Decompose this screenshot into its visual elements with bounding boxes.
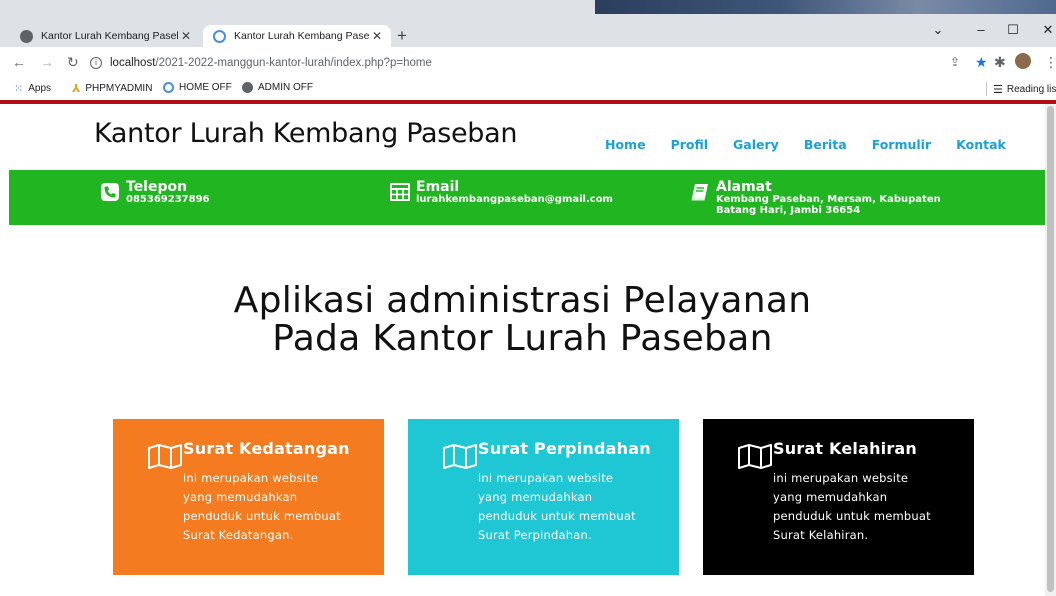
card-title: Surat Perpindahan [478, 439, 651, 458]
reading-list-label: Reading list [1006, 83, 1056, 95]
bookmark-label: HOME OFF [179, 82, 232, 93]
contact-address: Alamat Kembang Paseban, Mersam, Kabupate… [690, 180, 941, 216]
contact-phone: Telepon 085369237896 [100, 180, 210, 205]
nav-profil[interactable]: Profil [671, 137, 708, 152]
card-surat-perpindahan[interactable]: Surat Perpindahan ini merupakan website … [408, 419, 679, 575]
address-line2: Batang Hari, Jambi 36654 [716, 205, 861, 216]
loading-icon [213, 29, 226, 43]
apps-grid-icon: ⁙ [14, 83, 24, 95]
desktop-wallpaper-strip [595, 0, 1056, 14]
card-text-line: ini merupakan website [773, 471, 909, 485]
bookmark-admin-off[interactable]: ADMIN OFF [242, 82, 313, 93]
phone-value: 085369237896 [126, 194, 210, 205]
window-close-button[interactable]: ✕ [1033, 22, 1056, 38]
bookmarks-bar: ⁙ Apps ⅄ PHPMYADMIN HOME OFF ADMIN OFF ☰… [0, 78, 1056, 100]
address-label: Alamat [716, 179, 772, 195]
card-text-line: Surat Kelahiran. [773, 528, 869, 542]
hero-line: Aplikasi administrasi Pelayanan [233, 280, 812, 321]
card-text-line: Surat Perpindahan. [478, 528, 592, 542]
page-scrollbar[interactable] [1045, 104, 1056, 596]
nav-kontak[interactable]: Kontak [956, 137, 1006, 152]
book-icon [691, 184, 708, 201]
nav-berita[interactable]: Berita [804, 137, 847, 152]
phone-icon [101, 183, 119, 201]
tab-search-icon[interactable]: ⌄ [923, 22, 953, 38]
card-text-line: yang memudahkan [773, 490, 888, 504]
card-title: Surat Kelahiran [773, 439, 918, 458]
new-tab-button[interactable]: + [397, 27, 407, 44]
bookmark-label: PHPMYADMIN [85, 83, 153, 94]
divider [986, 82, 987, 96]
card-surat-kedatangan[interactable]: Surat Kedatangan ini merupakan website y… [113, 419, 384, 575]
globe-icon [20, 29, 33, 43]
address-line1: Kembang Paseban, Mersam, Kabupaten [716, 194, 941, 205]
close-icon[interactable]: ✕ [178, 29, 194, 43]
site-info-icon[interactable]: i [90, 57, 102, 69]
map-icon [148, 444, 182, 469]
card-text-line: penduduk untuk membuat [183, 509, 341, 523]
hero-line: Pada Kantor Lurah Paseban [272, 318, 773, 359]
card-description: ini merupakan website yang memudahkan pe… [773, 469, 953, 545]
browser-tab-strip: Kantor Lurah Kembang Paseban ✕ Kantor Lu… [0, 0, 1056, 47]
tab-title: Kantor Lurah Kembang Paseban [41, 30, 178, 42]
reload-icon[interactable]: ↻ [67, 55, 79, 69]
card-surat-kelahiran[interactable]: Surat Kelahiran ini merupakan website ya… [703, 419, 974, 575]
map-icon [738, 444, 772, 469]
phpmyadmin-icon: ⅄ [72, 83, 81, 95]
nav-galery[interactable]: Galery [733, 137, 779, 152]
address-bar[interactable]: i localhost/2021-2022-manggun-kantor-lur… [90, 51, 970, 75]
card-text-line: ini merupakan website [478, 471, 614, 485]
card-text-line: penduduk untuk membuat [773, 509, 931, 523]
bookmark-label: ADMIN OFF [258, 82, 313, 93]
browser-tab[interactable]: Kantor Lurah Kembang Paseban ✕ [10, 25, 200, 47]
email-label: Email [416, 179, 460, 195]
loading-icon [163, 82, 174, 93]
url-path: /2021-2022-manggun-kantor-lurah/index.ph… [155, 57, 432, 69]
avatar[interactable] [1015, 53, 1031, 69]
url-host: localhost [110, 57, 156, 69]
contact-bar: Telepon 085369237896 Email lurahkembangp… [9, 170, 1045, 225]
share-icon[interactable]: ⇪ [950, 55, 960, 69]
extensions-icon[interactable]: ✱ [994, 55, 1006, 69]
site-title: Kantor Lurah Kembang Paseban [94, 118, 518, 149]
minimize-button[interactable]: – [966, 22, 996, 37]
card-text-line: yang memudahkan [183, 490, 298, 504]
card-description: ini merupakan website yang memudahkan pe… [183, 469, 363, 545]
card-text-line: Surat Kedatangan. [183, 528, 294, 542]
nav-home[interactable]: Home [605, 137, 646, 152]
contact-email: Email lurahkembangpaseban@gmail.com [390, 180, 613, 205]
menu-icon[interactable]: ⋮ [1044, 55, 1056, 69]
tab-title: Kantor Lurah Kembang Paseban [234, 30, 369, 42]
bookmark-phpmyadmin[interactable]: ⅄ PHPMYADMIN [72, 82, 152, 95]
nav-formulir[interactable]: Formulir [872, 137, 931, 152]
reading-list-button[interactable]: ☰ Reading list [986, 82, 1056, 96]
browser-toolbar: ← → ↻ i localhost/2021-2022-manggun-kant… [0, 47, 1056, 78]
maximize-button[interactable]: ☐ [998, 22, 1028, 38]
main-navigation: Home Profil Galery Berita Formulir Konta… [605, 137, 1006, 152]
web-page: Kantor Lurah Kembang Paseban Home Profil… [0, 104, 1045, 596]
phone-label: Telepon [126, 179, 188, 195]
card-text-line: penduduk untuk membuat [478, 509, 636, 523]
bookmark-label: Apps [28, 83, 52, 94]
card-text-line: ini merupakan website [183, 471, 319, 485]
back-icon[interactable]: ← [12, 55, 26, 69]
star-icon[interactable]: ★ [975, 55, 988, 69]
email-value: lurahkembangpaseban@gmail.com [416, 194, 613, 205]
map-icon [443, 444, 477, 469]
globe-icon [242, 82, 253, 93]
bookmark-apps[interactable]: ⁙ Apps [14, 82, 51, 95]
bookmark-home-off[interactable]: HOME OFF [163, 82, 232, 93]
forward-icon[interactable]: → [40, 55, 54, 69]
card-text-line: yang memudahkan [478, 490, 593, 504]
reading-list-icon: ☰ [993, 83, 1003, 96]
close-icon[interactable]: ✕ [369, 29, 385, 43]
scrollbar-thumb[interactable] [1047, 106, 1054, 592]
table-grid-icon [390, 183, 410, 201]
card-title: Surat Kedatangan [183, 439, 350, 458]
browser-tab-active[interactable]: Kantor Lurah Kembang Paseban ✕ [203, 25, 391, 47]
hero-heading: Aplikasi administrasi Pelayanan Pada Kan… [0, 282, 1045, 358]
card-description: ini merupakan website yang memudahkan pe… [478, 469, 658, 545]
